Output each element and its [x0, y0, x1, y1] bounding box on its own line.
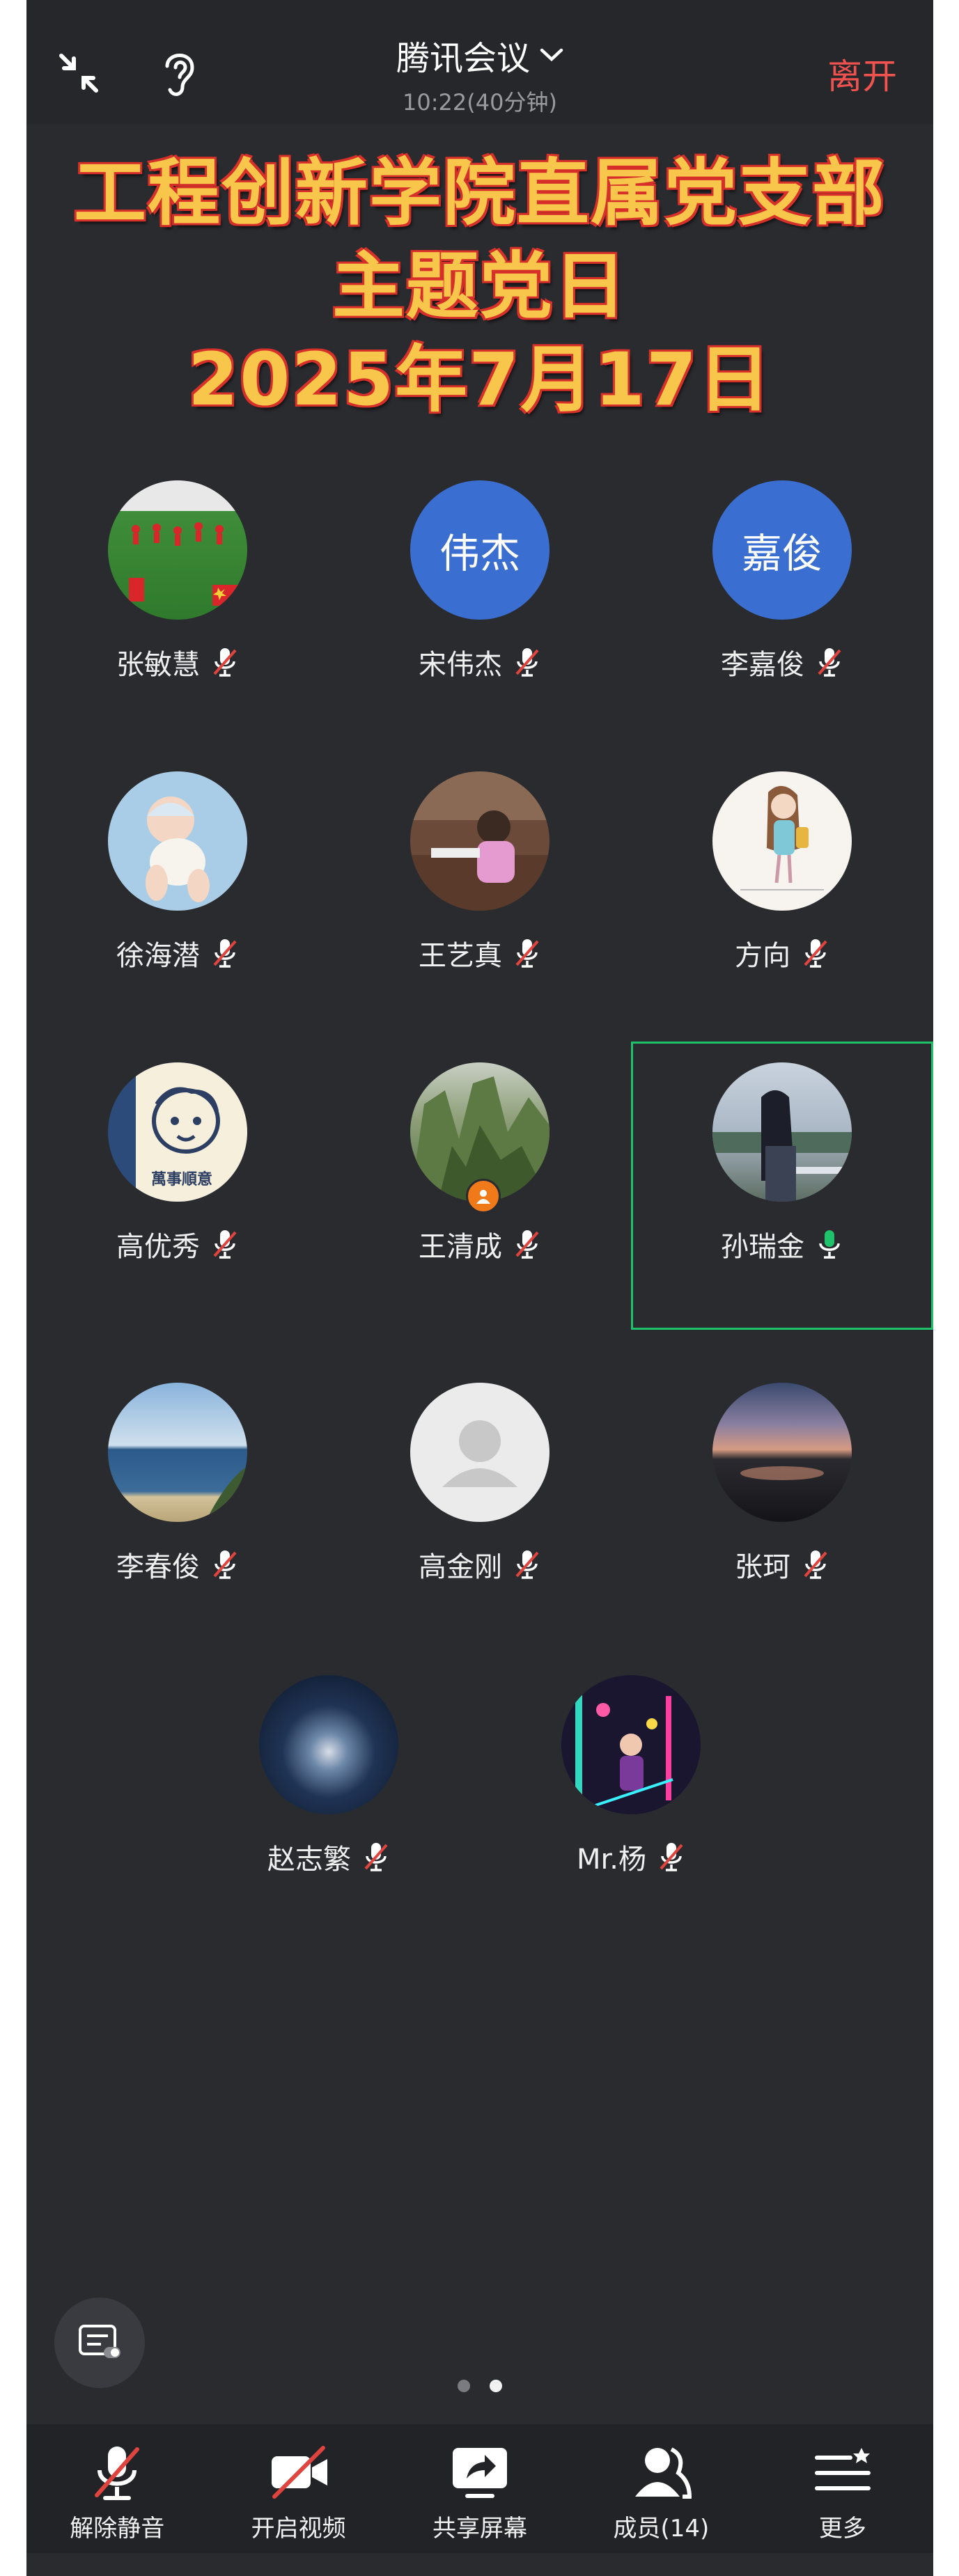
participant-tile[interactable]: 嘉俊 李嘉俊 [631, 460, 933, 745]
participant-tile[interactable]: 徐海潜 [26, 751, 329, 1036]
captions-icon [79, 2325, 120, 2358]
unmute-label: 解除静音 [70, 2515, 165, 2543]
participant-name: 高金刚 [419, 1551, 502, 1583]
mic-muted-icon [660, 1843, 683, 1871]
mic-muted-icon [213, 1230, 237, 1259]
participant-name: 张珂 [735, 1551, 790, 1583]
participant-name: 高优秀 [116, 1231, 200, 1263]
avatar [108, 771, 247, 911]
mic-muted-icon [95, 2447, 140, 2500]
start-video-label: 开启视频 [251, 2515, 346, 2543]
default-user-icon [442, 1420, 517, 1487]
participant-tile[interactable]: 萬事順意 高优秀 [26, 1042, 329, 1327]
avatar [410, 771, 549, 911]
participant-tile[interactable]: 王艺真 [329, 751, 631, 1036]
participant-tile[interactable]: Mr.杨 [480, 1654, 782, 1940]
participant-name: 李春俊 [116, 1551, 200, 1583]
page-dot-1[interactable] [458, 2380, 470, 2392]
meeting-banner: 工程创新学院直属党支部 主题党日 2025年7月17日 [26, 146, 933, 426]
participant-tile[interactable]: 张敏慧 [26, 460, 329, 745]
participant-name: Mr.杨 [577, 1844, 646, 1876]
avatar-initials: 嘉俊 [741, 530, 822, 577]
bottom-toolbar: 解除静音 开启视频 共享屏幕 成员(14) 更多 [26, 2424, 933, 2553]
share-screen-label: 共享屏幕 [432, 2515, 528, 2543]
participant-name: 张敏慧 [116, 649, 200, 681]
members-icon [635, 2447, 692, 2499]
banner-line-2: 主题党日 [332, 244, 627, 329]
banner-line-3: 2025年7月17日 [187, 337, 772, 422]
chevron-down-icon[interactable] [540, 47, 563, 63]
avatar [259, 1675, 398, 1814]
more-button[interactable]: 更多 [752, 2424, 933, 2553]
meeting-title[interactable]: 腾讯会议 [396, 31, 530, 79]
participant-name: 王清成 [419, 1231, 502, 1263]
meeting-screen: 腾讯会议 10:22(40分钟) 离开 工程创新学院直属党支部 主题党日 202… [26, 0, 933, 2576]
share-screen-icon [453, 2448, 508, 2498]
participant-tile[interactable]: 方向 [631, 751, 933, 1036]
members-label: 成员(14) [613, 2515, 710, 2543]
mic-muted-icon [804, 1550, 827, 1579]
captions-button[interactable] [54, 2298, 145, 2388]
mic-muted-icon [515, 648, 539, 677]
meeting-title-area[interactable]: 腾讯会议 10:22(40分钟) [26, 31, 933, 117]
avatar [108, 1383, 247, 1522]
banner-line-1: 工程创新学院直属党支部 [73, 150, 886, 235]
participant-name: 徐海潜 [116, 940, 200, 972]
leave-button[interactable]: 离开 [827, 49, 897, 99]
participant-name: 孙瑞金 [721, 1231, 804, 1263]
avatar [410, 1383, 549, 1522]
avatar: 嘉俊 [712, 480, 852, 620]
avatar: 伟杰 [410, 480, 549, 620]
more-label: 更多 [818, 2515, 866, 2543]
participant-tile[interactable]: 高金刚 [329, 1362, 631, 1647]
mic-muted-icon [213, 939, 237, 968]
avatar: 萬事順意 [108, 1062, 247, 1202]
video-off-icon [271, 2446, 327, 2499]
participant-tile[interactable]: 赵志繁 [178, 1654, 480, 1940]
participant-name: 宋伟杰 [419, 649, 502, 681]
participant-tile[interactable]: 李春俊 [26, 1362, 329, 1647]
participant-tile[interactable]: 张珂 [631, 1362, 933, 1647]
mic-muted-icon [515, 1230, 539, 1259]
avatar [108, 480, 247, 620]
meeting-header: 腾讯会议 10:22(40分钟) 离开 [26, 0, 933, 124]
members-button[interactable]: 成员(14) [570, 2424, 751, 2553]
participant-tile-active[interactable]: 孙瑞金 [631, 1042, 933, 1327]
participant-tile[interactable]: 王清成 [329, 1042, 631, 1327]
avatar [712, 1383, 852, 1522]
avatar-initials: 伟杰 [439, 530, 520, 577]
mic-muted-icon [364, 1843, 388, 1871]
participant-name: 王艺真 [419, 940, 502, 972]
participant-name: 方向 [735, 940, 790, 972]
more-menu-icon [814, 2448, 871, 2490]
mic-muted-icon [515, 1550, 539, 1579]
mic-muted-icon [818, 648, 841, 677]
host-badge-icon [466, 1179, 501, 1214]
avatar-caption: 萬事順意 [151, 1171, 213, 1188]
avatar [712, 771, 852, 911]
page-dot-2-active[interactable] [490, 2380, 502, 2392]
unmute-button[interactable]: 解除静音 [26, 2424, 208, 2553]
mic-muted-icon [213, 648, 237, 677]
mic-speaking-icon [819, 1230, 840, 1259]
page-indicator[interactable] [26, 2380, 933, 2392]
start-video-button[interactable]: 开启视频 [208, 2424, 389, 2553]
share-screen-button[interactable]: 共享屏幕 [389, 2424, 570, 2553]
participant-tile[interactable]: 伟杰 宋伟杰 [329, 460, 631, 745]
mic-muted-icon [213, 1550, 237, 1579]
participant-name: 赵志繁 [267, 1844, 351, 1876]
mic-muted-icon [515, 939, 539, 968]
participant-name: 李嘉俊 [721, 649, 804, 681]
avatar [561, 1675, 701, 1814]
avatar [712, 1062, 852, 1202]
mic-muted-icon [804, 939, 827, 968]
meeting-duration: 10:22(40分钟) [403, 89, 557, 116]
